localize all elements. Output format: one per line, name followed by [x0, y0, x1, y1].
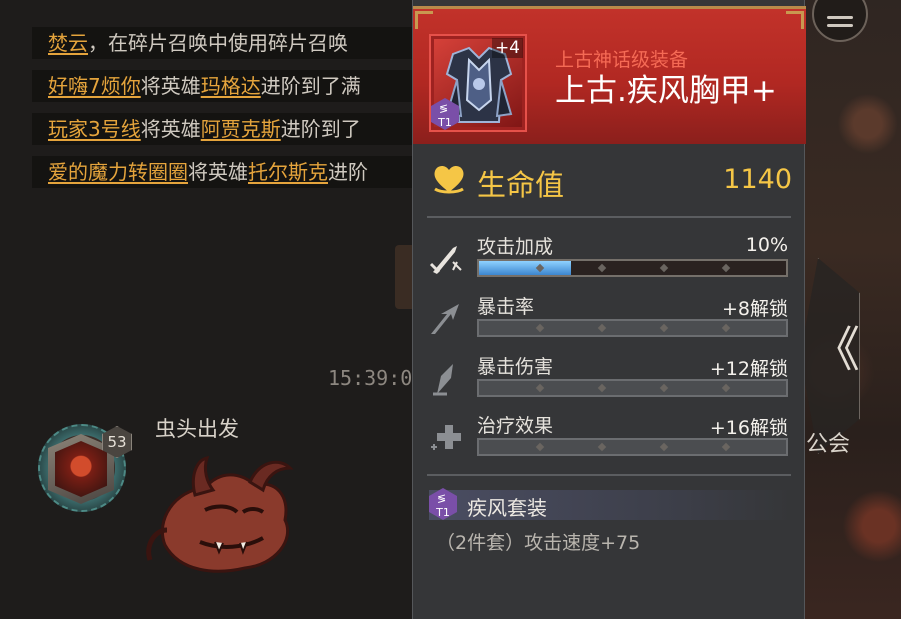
chat-text: 将英雄: [188, 160, 248, 184]
divider: [427, 474, 791, 476]
bar-tick: [659, 383, 669, 393]
chat-system-line: 好嗨7烦你将英雄玛格达进阶到了满: [32, 70, 422, 102]
chat-text: 进阶到了: [280, 117, 361, 141]
dragon-sticker-icon: [146, 456, 294, 573]
chat-system-line: 玩家3号线将英雄阿贾克斯进阶到了: [32, 113, 422, 145]
frame-corner: [786, 11, 804, 29]
health-heart-icon: [434, 165, 464, 194]
bar-tick: [659, 442, 669, 452]
player-name-link[interactable]: 爱的魔力转圈圈: [48, 160, 188, 184]
bar-tick: [597, 323, 607, 333]
sub-stat-value: +8解锁: [721, 298, 788, 320]
crit-damage-icon: [433, 364, 453, 396]
bar-tick: [597, 263, 607, 273]
frame-corner: [415, 11, 433, 29]
hero-name-link[interactable]: 托尔斯克: [248, 160, 328, 184]
bar-tick: [597, 383, 607, 393]
crit-rate-icon: [431, 304, 459, 334]
set-tier-label: T1: [436, 506, 450, 519]
item-tooltip-panel: +4 ≶ T1 上古神话级装备 上古.疾风胸甲+ 生命值 1140 攻击加成 1…: [412, 0, 806, 619]
game-world-background: 《 公会: [790, 0, 901, 619]
divider: [427, 216, 791, 218]
sub-stat-row: 暴击伤害 +12解锁: [413, 352, 806, 410]
sub-stat-progress-bar: [477, 379, 788, 397]
tier-bolt-icon: ≶: [437, 492, 447, 505]
player-name-link[interactable]: 好嗨7烦你: [48, 74, 141, 98]
item-name: 上古.疾风胸甲+: [555, 73, 777, 109]
sub-stat-name: 暴击率: [477, 296, 535, 318]
player-name-link[interactable]: 焚云: [48, 31, 88, 55]
sub-stat-value: +16解锁: [709, 417, 788, 439]
bar-tick: [721, 383, 731, 393]
set-effect: （2件套）攻击速度+75: [436, 532, 641, 554]
bar-tick: [721, 323, 731, 333]
bar-tick: [659, 323, 669, 333]
bar-tick: [535, 383, 545, 393]
sub-stat-value: 10%: [745, 234, 788, 256]
bar-tick: [535, 442, 545, 452]
chat-timestamp: 15:39:0: [328, 366, 413, 390]
healing-icon: [431, 425, 461, 450]
hamburger-menu-icon: [827, 15, 853, 19]
chat-text: ，在碎片召唤中使用碎片召唤: [88, 31, 348, 55]
bar-tick: [721, 442, 731, 452]
message-sender-name: 虫头出发: [155, 417, 239, 441]
attack-bonus-icon: [429, 246, 462, 274]
chat-text: 将英雄: [140, 74, 201, 98]
set-tier-badge: ≶ T1: [429, 488, 457, 520]
bar-tick: [597, 442, 607, 452]
set-bonus-header: ≶ T1 疾风套装: [429, 488, 791, 520]
avatar[interactable]: 53: [34, 420, 132, 516]
sub-stat-progress-bar: [477, 319, 788, 337]
sub-stat-progress-bar: [477, 438, 788, 456]
sub-stat-row: 暴击率 +8解锁: [413, 292, 806, 350]
bar-tick: [721, 263, 731, 273]
main-stat: 生命值 1140: [413, 150, 806, 210]
chat-text: 进阶到了满: [260, 74, 361, 98]
sub-stat-value: +12解锁: [709, 358, 788, 380]
guild-label[interactable]: 公会: [806, 426, 850, 458]
chat-system-line: 爱的魔力转圈圈将英雄托尔斯克进阶: [32, 156, 422, 188]
main-stat-value: 1140: [723, 164, 792, 195]
chat-system-line: 焚云，在碎片召唤中使用碎片召唤: [32, 27, 422, 59]
avatar-portrait: [55, 441, 107, 497]
tier-bolt-icon: ≶: [439, 102, 449, 115]
hero-name-link[interactable]: 阿贾克斯: [201, 117, 281, 141]
bar-tick: [535, 323, 545, 333]
item-header: +4 ≶ T1 上古神话级装备 上古.疾风胸甲+: [413, 6, 806, 144]
sub-stat-row: 治疗效果 +16解锁: [413, 411, 806, 469]
item-icon[interactable]: +4 ≶ T1: [429, 34, 527, 132]
chevron-left-icon[interactable]: 《: [812, 326, 860, 374]
sub-stat-row: 攻击加成 10%: [413, 232, 806, 290]
chat-text: 进阶: [328, 160, 368, 184]
hero-name-link[interactable]: 玛格达: [201, 74, 261, 98]
bar-tick: [659, 263, 669, 273]
hamburger-line: [827, 23, 853, 27]
chat-text: 将英雄: [140, 117, 201, 141]
sub-stat-name: 暴击伤害: [477, 356, 554, 378]
menu-button[interactable]: [812, 0, 868, 42]
sub-stat-name: 治疗效果: [477, 415, 554, 437]
sub-stat-progress-fill: [479, 261, 572, 275]
main-stat-label: 生命值: [477, 168, 565, 202]
tier-label: T1: [438, 116, 452, 129]
player-name-link[interactable]: 玩家3号线: [48, 117, 141, 141]
set-name: 疾风套装: [467, 496, 547, 520]
sub-stat-name: 攻击加成: [477, 236, 554, 258]
sub-stat-progress-bar: [477, 259, 788, 277]
enhance-level: +4: [491, 38, 523, 58]
